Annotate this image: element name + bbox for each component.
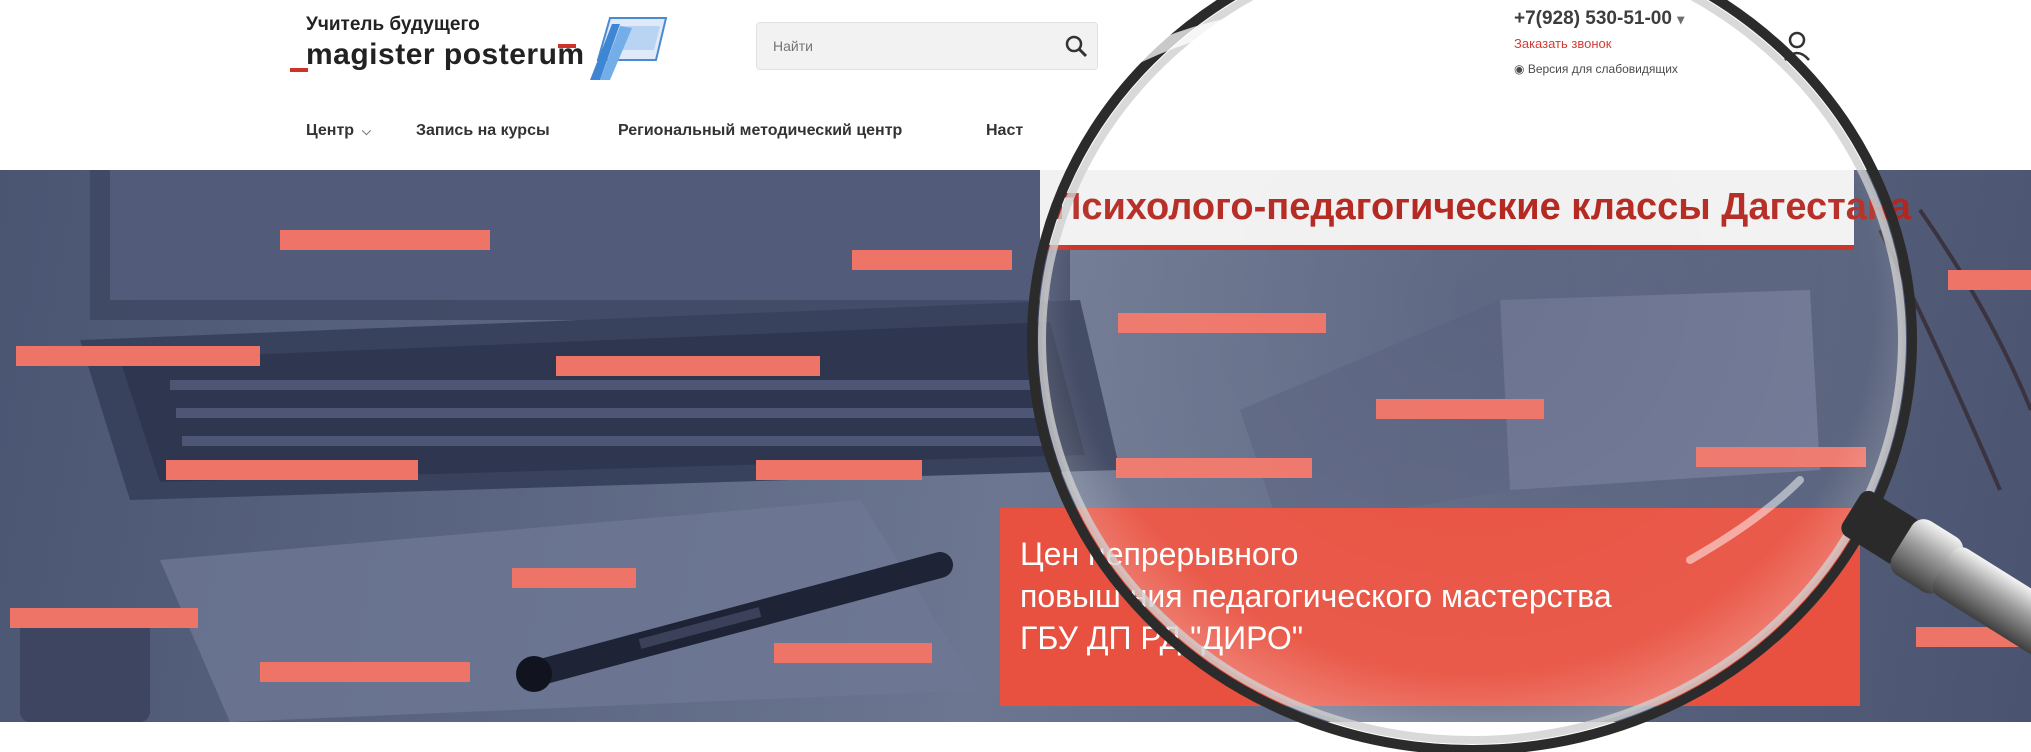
logo-tagline: Учитель будущего [306, 14, 480, 35]
site-logo[interactable]: Учитель будущего magister posterum [290, 14, 670, 84]
search-icon[interactable] [1063, 33, 1089, 59]
search-box[interactable] [756, 22, 1098, 70]
center-info-banner[interactable]: Цен непрерывного повыш ния педагогическо… [1000, 508, 1860, 706]
nav-item-course-enrollment[interactable]: Запись на курсы [416, 122, 550, 140]
redaction-bar [280, 230, 490, 250]
redaction-bar [556, 356, 820, 376]
redaction-bar [1916, 627, 2031, 647]
redaction-bar [1376, 399, 1544, 419]
accessibility-version-link[interactable]: ◉ Версия для слабовидящих [1514, 62, 1678, 76]
banner-line-3: ГБУ ДП РД "ДИРО" [1020, 620, 1304, 656]
callback-link[interactable]: Заказать звонок [1514, 36, 1611, 51]
page-bottom-strip [0, 722, 2031, 752]
search-input[interactable] [771, 33, 1035, 59]
logo-card-icon [590, 17, 668, 80]
banner-line-1: Цен непрерывного [1020, 536, 1299, 572]
redaction-bar [16, 346, 260, 366]
site-header: Учитель будущего magister posterum +7(92… [0, 0, 2031, 165]
hero-banner: Психолого-педагогические классы Дагестан… [0, 170, 2031, 722]
logo-accent-dash [290, 68, 308, 72]
nav-item-regional-methodical-center[interactable]: Региональный методический центр [618, 122, 902, 140]
redaction-bar [166, 460, 418, 480]
chevron-down-icon[interactable]: ▾ [1677, 11, 1684, 27]
nav-item-center[interactable]: Центр ⌵ [306, 122, 371, 140]
redaction-bar [512, 568, 636, 588]
redaction-bar [1118, 313, 1326, 333]
logo-accent-dash [558, 44, 576, 48]
eye-icon: ◉ [1514, 62, 1525, 76]
banner-line-2: повыш ния педагогического мастерства [1020, 578, 1612, 614]
nav-item-truncated[interactable]: Наст [986, 122, 1023, 140]
redaction-bar [1116, 458, 1312, 478]
user-icon[interactable] [1782, 30, 1812, 62]
redaction-bar [774, 643, 932, 663]
redaction-bar [1948, 270, 2031, 290]
logo-name: magister posterum [306, 38, 585, 71]
heading-underline [1040, 245, 1854, 250]
nav-item-label: Центр [306, 122, 355, 139]
redaction-bar [1696, 447, 1866, 467]
magnified-heading: Психолого-педагогические классы Дагестан… [1054, 186, 1911, 228]
redaction-bar [852, 250, 1012, 270]
phone-label: +7(928) 530-51-00 [1514, 8, 1672, 29]
accessibility-version-label: Версия для слабовидящих [1527, 62, 1678, 76]
redaction-bar [10, 608, 198, 628]
chevron-down-icon: ⌵ [358, 124, 371, 138]
redaction-bar [260, 662, 470, 682]
redaction-bar [756, 460, 922, 480]
phone-number[interactable]: +7(928) 530-51-00 ▾ [1514, 8, 1684, 30]
